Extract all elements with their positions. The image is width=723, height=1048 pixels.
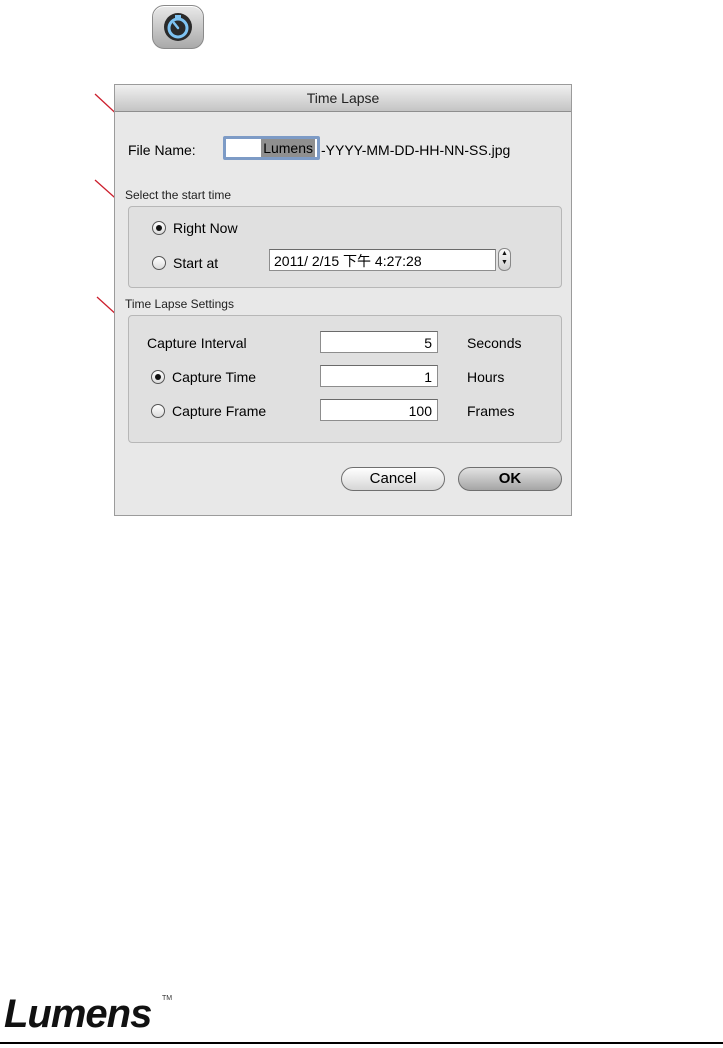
capture-time-unit: Hours bbox=[467, 369, 505, 385]
settings-group-title: Time Lapse Settings bbox=[125, 297, 234, 311]
start-time-group bbox=[128, 206, 562, 288]
footer-divider bbox=[0, 1042, 723, 1044]
start-time-group-title: Select the start time bbox=[125, 188, 232, 202]
lumens-logo: Lumens bbox=[4, 992, 152, 1036]
start-at-label: Start at bbox=[173, 255, 219, 271]
file-name-label: File Name: bbox=[128, 142, 196, 158]
right-now-radio[interactable] bbox=[152, 221, 166, 235]
start-at-radio[interactable] bbox=[152, 256, 166, 270]
ok-button[interactable]: OK bbox=[458, 467, 562, 491]
capture-interval-unit: Seconds bbox=[467, 335, 522, 351]
capture-time-label: Capture Time bbox=[172, 369, 257, 385]
cancel-button[interactable]: Cancel bbox=[341, 467, 445, 491]
timer-icon bbox=[164, 13, 192, 41]
capture-frame-radio[interactable] bbox=[151, 404, 165, 418]
capture-frame-input[interactable]: 100 bbox=[320, 399, 438, 421]
dialog-title: Time Lapse bbox=[115, 85, 571, 112]
capture-time-radio[interactable] bbox=[151, 370, 165, 384]
capture-frame-unit: Frames bbox=[467, 403, 515, 419]
stepper-down-icon[interactable]: ▼ bbox=[499, 258, 510, 267]
right-now-label: Right Now bbox=[173, 220, 238, 236]
capture-interval-input[interactable]: 5 bbox=[320, 331, 438, 353]
file-name-input[interactable]: Lumens bbox=[223, 136, 320, 160]
capture-frame-label: Capture Frame bbox=[172, 403, 267, 419]
start-at-datetime-input[interactable]: 2011/ 2/15 下午 4:27:28 bbox=[269, 249, 496, 271]
datetime-stepper[interactable]: ▲ ▼ bbox=[498, 248, 511, 271]
file-name-value: Lumens bbox=[261, 139, 315, 157]
stepper-up-icon[interactable]: ▲ bbox=[499, 249, 510, 258]
file-name-suffix: -YYYY-MM-DD-HH-NN-SS.jpg bbox=[321, 142, 511, 158]
trademark-mark: TM bbox=[162, 995, 173, 1002]
capture-time-input[interactable]: 1 bbox=[320, 365, 438, 387]
timer-button[interactable] bbox=[152, 5, 204, 49]
capture-interval-label: Capture Interval bbox=[147, 335, 247, 351]
time-lapse-dialog: Time Lapse File Name: Lumens -YYYY-MM-DD… bbox=[114, 84, 572, 516]
